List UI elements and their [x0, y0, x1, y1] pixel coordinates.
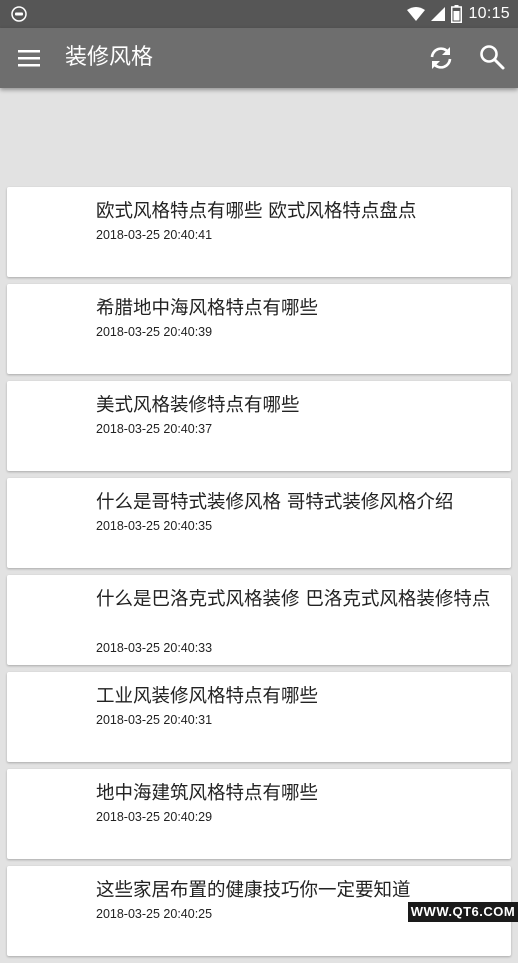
list-item[interactable]: 希腊地中海风格特点有哪些 2018-03-25 20:40:39	[7, 284, 511, 374]
article-list: 欧式风格特点有哪些 欧式风格特点盘点 2018-03-25 20:40:41 希…	[7, 187, 511, 963]
article-title: 美式风格装修特点有哪些	[96, 395, 300, 416]
refresh-icon[interactable]	[427, 44, 455, 72]
article-timestamp: 2018-03-25 20:40:39	[96, 325, 213, 339]
article-timestamp: 2018-03-25 20:40:25	[96, 907, 213, 921]
article-timestamp: 2018-03-25 20:40:41	[96, 228, 213, 242]
article-title: 欧式风格特点有哪些 欧式风格特点盘点	[96, 201, 417, 222]
list-item[interactable]: 欧式风格特点有哪些 欧式风格特点盘点 2018-03-25 20:40:41	[7, 187, 511, 277]
article-title: 工业风装修风格特点有哪些	[96, 686, 319, 707]
list-item[interactable]: 什么是巴洛克式风格装修 巴洛克式风格装修特点 2018-03-25 20:40:…	[7, 575, 511, 665]
list-item[interactable]: 地中海建筑风格特点有哪些 2018-03-25 20:40:29	[7, 769, 511, 859]
list-item[interactable]: 美式风格装修特点有哪些 2018-03-25 20:40:37	[7, 381, 511, 471]
article-timestamp: 2018-03-25 20:40:35	[96, 519, 213, 533]
menu-icon[interactable]	[18, 46, 42, 70]
site-watermark: WWW.QT6.COM	[408, 902, 518, 922]
list-item[interactable]: 工业风装修风格特点有哪些 2018-03-25 20:40:31	[7, 672, 511, 762]
status-bar: 10:15	[0, 0, 518, 28]
article-title: 希腊地中海风格特点有哪些	[96, 298, 319, 319]
signal-icon	[431, 7, 446, 21]
article-title: 地中海建筑风格特点有哪些	[96, 783, 319, 804]
article-title: 什么是哥特式装修风格 哥特式装修风格介绍	[96, 492, 454, 513]
article-timestamp: 2018-03-25 20:40:33	[96, 641, 213, 655]
article-timestamp: 2018-03-25 20:40:37	[96, 422, 213, 436]
list-item[interactable]: 什么是哥特式装修风格 哥特式装修风格介绍 2018-03-25 20:40:35	[7, 478, 511, 568]
article-title: 这些家居布置的健康技巧你一定要知道	[96, 880, 411, 901]
status-icons: 10:15	[407, 0, 510, 28]
status-time: 10:15	[468, 5, 510, 22]
article-title: 什么是巴洛克式风格装修 巴洛克式风格装修特点	[96, 589, 491, 610]
wifi-icon	[407, 7, 426, 21]
article-timestamp: 2018-03-25 20:40:29	[96, 810, 213, 824]
search-icon[interactable]	[478, 43, 506, 71]
page-title: 装修风格	[65, 45, 154, 70]
article-timestamp: 2018-03-25 20:40:31	[96, 713, 213, 727]
app-bar: 装修风格	[0, 28, 518, 88]
battery-icon	[451, 5, 463, 23]
app-notification-icon	[11, 6, 27, 22]
